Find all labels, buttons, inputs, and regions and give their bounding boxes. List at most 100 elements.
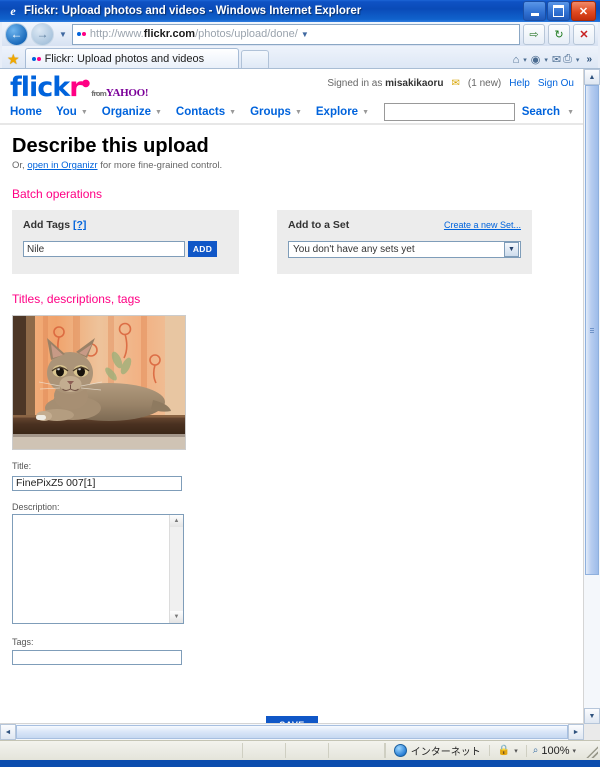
logo-part-2: r: [69, 72, 82, 103]
back-button[interactable]: ←: [5, 22, 28, 46]
mail-icon[interactable]: ✉: [452, 78, 460, 89]
flickr-logo[interactable]: flickr●fromYAHOO!: [10, 72, 149, 103]
feed-icon[interactable]: ◉: [531, 53, 541, 66]
add-tags-title-wrap: Add Tags [?]: [23, 219, 86, 231]
account-bar: Signed in as misakikaoru ✉ (1 new) Help …: [327, 74, 574, 89]
batch-operations: Add Tags [?] ADD Add to a Set Create: [12, 210, 572, 274]
favorites-star-icon[interactable]: ★: [7, 52, 20, 66]
add-tags-panel: Add Tags [?] ADD: [12, 210, 239, 274]
zoom-control[interactable]: ⌕ 100% ▾: [525, 744, 582, 757]
signed-in-text: Signed in as misakikaoru: [327, 78, 444, 89]
add-tags-row: ADD: [23, 241, 228, 257]
new-mail-count[interactable]: (1 new): [468, 78, 501, 89]
nav-item-home[interactable]: Home: [10, 106, 42, 118]
zoom-level: 100%: [541, 744, 570, 757]
scroll-left-icon[interactable]: ◄: [0, 724, 16, 740]
nav-item-organize[interactable]: Organize ▼: [102, 106, 162, 118]
address-text: http://www.flickr.com/photos/upload/done…: [90, 28, 298, 40]
horizontal-scroll-thumb[interactable]: [16, 725, 568, 739]
nav-label: Home: [10, 106, 42, 118]
scroll-up-icon[interactable]: ▲: [170, 514, 183, 527]
add-tags-help-link[interactable]: [?]: [73, 219, 86, 231]
tab-favicon: [31, 56, 41, 61]
add-to-set-panel: Add to a Set Create a new Set... You don…: [277, 210, 532, 274]
photo-thumbnail[interactable]: [12, 315, 186, 450]
address-dropdown-icon[interactable]: ▼: [298, 30, 312, 39]
photo-description-field[interactable]: ▲ ▼: [12, 513, 184, 624]
chevron-down-icon: ▼: [229, 108, 237, 116]
help-link[interactable]: Help: [509, 78, 530, 89]
open-in-organizr-link[interactable]: open in Organizr: [27, 160, 97, 171]
address-bar[interactable]: http://www.flickr.com/photos/upload/done…: [71, 23, 520, 45]
add-tags-input[interactable]: [23, 241, 185, 257]
home-caret-icon[interactable]: ▾: [523, 56, 527, 64]
mail-icon[interactable]: ✉: [552, 53, 561, 66]
nav-search-area: Search ▼: [383, 103, 574, 121]
add-tags-button[interactable]: ADD: [188, 241, 217, 257]
zoom-caret-icon[interactable]: ▾: [572, 747, 576, 755]
forward-button[interactable]: →: [31, 22, 54, 46]
description-scrollbar[interactable]: ▲ ▼: [169, 514, 183, 623]
status-bar: インターネット 🔒 ▾ ⌕ 100% ▾: [0, 740, 600, 760]
set-select[interactable]: You don't have any sets yet ▼: [288, 241, 521, 258]
sign-out-link[interactable]: Sign Ou: [538, 78, 574, 89]
scroll-right-icon[interactable]: ►: [568, 724, 584, 740]
print-icon[interactable]: ⎙: [563, 53, 572, 66]
home-icon[interactable]: ⌂: [513, 54, 520, 66]
description-text-area[interactable]: [13, 515, 169, 623]
close-button[interactable]: ✕: [571, 1, 596, 21]
feed-caret-icon: ▾: [544, 56, 548, 64]
scroll-down-icon[interactable]: ▼: [584, 708, 600, 724]
logo-part-1: flick: [10, 72, 70, 103]
nav-item-contacts[interactable]: Contacts ▼: [176, 106, 236, 118]
vertical-scroll-track[interactable]: [584, 85, 600, 708]
search-input[interactable]: [383, 103, 515, 121]
cat-photo-image: [13, 316, 185, 449]
tags-field-label: Tags:: [12, 636, 34, 647]
history-dropdown-icon[interactable]: ▼: [57, 30, 69, 39]
globe-icon: [393, 744, 407, 757]
nav-item-you[interactable]: You ▼: [56, 106, 88, 118]
status-cell-2: [243, 743, 286, 758]
search-button[interactable]: Search: [522, 106, 560, 118]
print-caret-icon[interactable]: ▾: [576, 56, 580, 64]
tab-flickr-upload[interactable]: Flickr: Upload photos and videos: [24, 48, 239, 68]
nav-label: Organize: [101, 106, 151, 118]
security-zone[interactable]: インターネット: [384, 743, 489, 758]
horizontal-scroll-track[interactable]: [16, 724, 568, 740]
protected-mode-indicator[interactable]: 🔒 ▾: [488, 745, 526, 756]
vertical-scroll-thumb[interactable]: [585, 85, 599, 575]
scroll-up-icon[interactable]: ▲: [584, 69, 600, 85]
nav-item-groups[interactable]: Groups ▼: [250, 106, 302, 118]
protected-caret-icon[interactable]: ▾: [514, 747, 518, 755]
scroll-down-icon[interactable]: ▼: [170, 610, 183, 623]
refresh-button[interactable]: ↻: [548, 23, 570, 45]
window-title: Flickr: Upload photos and videos - Windo…: [24, 5, 362, 17]
go-button[interactable]: ⇨: [523, 23, 545, 45]
minimize-button[interactable]: [523, 1, 546, 21]
photo-title-input[interactable]: [12, 475, 182, 491]
username: misakikaoru: [385, 78, 444, 89]
toolbar-overflow-icon[interactable]: »: [583, 54, 595, 65]
stop-button[interactable]: ✕: [573, 23, 595, 45]
nav-label: Explore: [315, 106, 359, 118]
photo-tags-input[interactable]: [12, 649, 182, 665]
add-to-set-title: Add to a Set: [288, 219, 350, 231]
chevron-down-icon: ▼: [504, 242, 519, 257]
scroll-thumb-grip: [590, 328, 594, 333]
page-vertical-scrollbar[interactable]: ▲ ▼: [583, 69, 600, 724]
new-tab-button[interactable]: [240, 50, 269, 68]
url-domain: flickr.com: [143, 28, 196, 40]
resize-grip[interactable]: [584, 743, 598, 758]
page-horizontal-scrollbar[interactable]: ◄ ►: [0, 723, 584, 740]
nav-item-explore[interactable]: Explore ▼: [316, 106, 369, 118]
create-new-set-link[interactable]: Create a new Set...: [444, 220, 521, 230]
status-cell-3: [286, 743, 329, 758]
nav-items: Home You ▼ Organize ▼ Contacts ▼ Groups …: [10, 106, 369, 118]
batch-operations-heading: Batch operations: [12, 187, 103, 201]
title-bar: e Flickr: Upload photos and videos - Win…: [0, 0, 600, 22]
maximize-button[interactable]: [547, 1, 570, 21]
subtitle-line: Or, open in Organizr for more fine-grain…: [12, 160, 572, 171]
subline-prefix: Or,: [12, 160, 25, 171]
search-caret-icon[interactable]: ▼: [567, 109, 574, 116]
